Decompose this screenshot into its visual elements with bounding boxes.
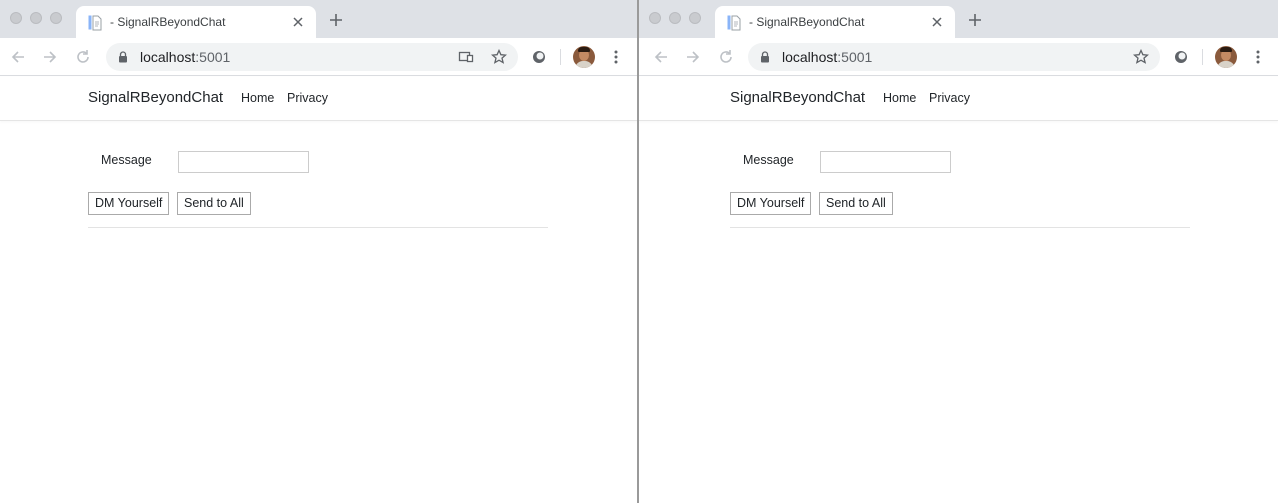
nav-link-home[interactable]: Home [883, 91, 916, 105]
page-content: SignalRBeyondChat Home Privacy Message D… [639, 77, 1278, 503]
tab-strip: - SignalRBeyondChat [639, 0, 1278, 39]
back-arrow-icon[interactable] [653, 49, 669, 65]
star-icon[interactable] [1133, 49, 1149, 65]
divider [730, 227, 1190, 228]
minimize-window-button[interactable] [669, 12, 681, 24]
tab-title: - SignalRBeyondChat [749, 15, 865, 29]
lock-icon[interactable] [118, 51, 128, 63]
message-input[interactable] [820, 151, 951, 173]
close-icon[interactable] [929, 14, 945, 30]
kebab-menu-icon[interactable] [1250, 49, 1266, 65]
browser-toolbar: localhost:5001 [639, 38, 1278, 76]
url-text: localhost:5001 [140, 49, 230, 65]
message-label: Message [743, 153, 794, 167]
nav-link-privacy[interactable]: Privacy [287, 91, 328, 105]
url-port: :5001 [195, 49, 231, 65]
forward-arrow-icon[interactable] [42, 49, 58, 65]
minimize-window-button[interactable] [30, 12, 42, 24]
browser-tab[interactable]: - SignalRBeyondChat [76, 6, 316, 39]
dm-yourself-button[interactable]: DM Yourself [88, 192, 170, 215]
url-host: localhost [140, 49, 196, 65]
document-icon [727, 15, 741, 31]
zoom-window-button[interactable] [689, 12, 701, 24]
brand-link[interactable]: SignalRBeyondChat [88, 89, 223, 106]
tab-strip: - SignalRBeyondChat [0, 0, 638, 39]
avatar[interactable] [573, 46, 595, 68]
site-navbar: SignalRBeyondChat Home Privacy [639, 77, 1278, 121]
nav-link-privacy[interactable]: Privacy [929, 91, 970, 105]
message-label: Message [101, 153, 152, 167]
star-icon[interactable] [491, 49, 507, 65]
divider [88, 227, 548, 228]
window-controls [10, 12, 62, 24]
page-content: SignalRBeyondChat Home Privacy Message D… [0, 77, 638, 503]
back-arrow-icon[interactable] [10, 49, 26, 65]
nav-link-home[interactable]: Home [241, 91, 274, 105]
plus-icon[interactable] [967, 12, 983, 28]
window-controls [649, 12, 701, 24]
dm-yourself-button[interactable]: DM Yourself [730, 192, 812, 215]
address-bar[interactable]: localhost:5001 [106, 43, 518, 71]
toolbar-separator [1202, 49, 1203, 65]
url-host: localhost [782, 49, 838, 65]
send-to-all-button[interactable]: Send to All [819, 192, 893, 215]
forward-arrow-icon[interactable] [685, 49, 701, 65]
message-input[interactable] [178, 151, 309, 173]
close-icon[interactable] [290, 14, 306, 30]
close-window-button[interactable] [649, 12, 661, 24]
brand-link[interactable]: SignalRBeyondChat [730, 89, 865, 106]
lock-icon[interactable] [760, 51, 770, 63]
url-text: localhost:5001 [782, 49, 872, 65]
document-icon [88, 15, 102, 31]
address-bar[interactable]: localhost:5001 [748, 43, 1160, 71]
extension-icon[interactable] [1173, 49, 1189, 65]
tab-title: - SignalRBeyondChat [110, 15, 226, 29]
reload-icon[interactable] [718, 49, 734, 65]
kebab-menu-icon[interactable] [608, 49, 624, 65]
toolbar-separator [560, 49, 561, 65]
send-to-all-button[interactable]: Send to All [177, 192, 251, 215]
browser-window-left: - SignalRBeyondChat localhost:5001 Signa… [0, 0, 638, 503]
avatar[interactable] [1215, 46, 1237, 68]
close-window-button[interactable] [10, 12, 22, 24]
plus-icon[interactable] [328, 12, 344, 28]
site-navbar: SignalRBeyondChat Home Privacy [0, 77, 638, 121]
extension-icon[interactable] [531, 49, 547, 65]
zoom-window-button[interactable] [50, 12, 62, 24]
browser-window-right: - SignalRBeyondChat localhost:5001 Signa… [639, 0, 1278, 503]
reload-icon[interactable] [75, 49, 91, 65]
browser-tab[interactable]: - SignalRBeyondChat [715, 6, 955, 39]
cast-icon[interactable] [458, 49, 474, 65]
url-port: :5001 [837, 49, 873, 65]
browser-toolbar: localhost:5001 [0, 38, 638, 76]
